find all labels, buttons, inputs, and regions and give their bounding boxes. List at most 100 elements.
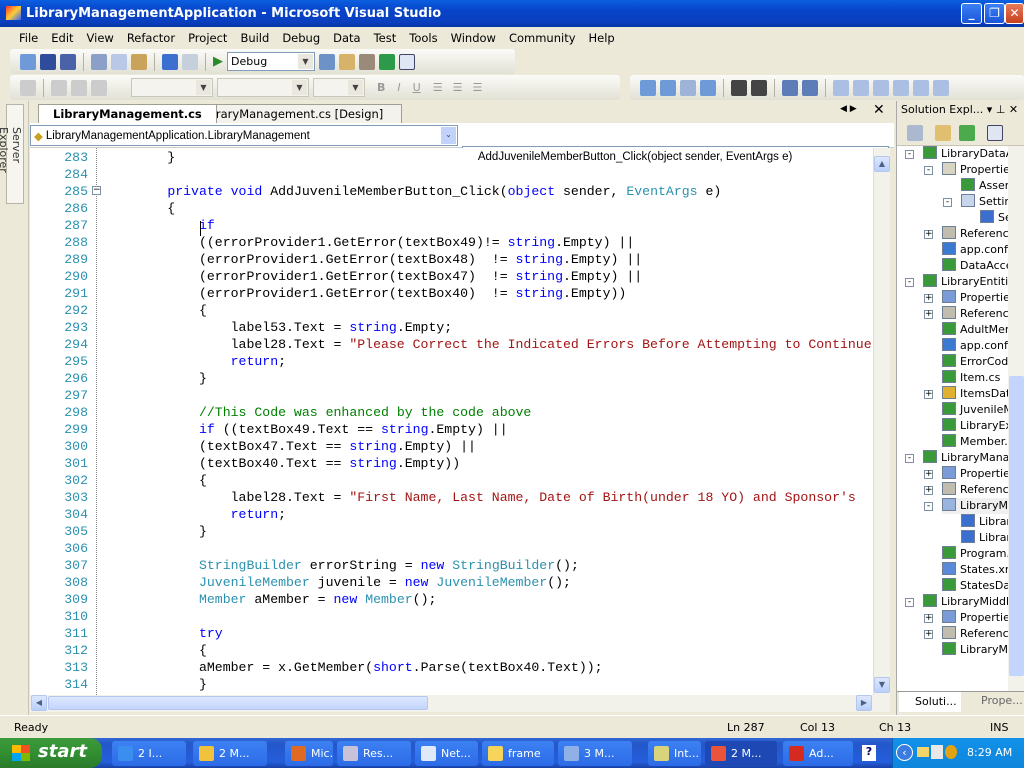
tree-item[interactable]: + Properties [924, 610, 1008, 626]
expand-icon[interactable]: + [924, 486, 933, 495]
uncomment-icon[interactable] [802, 79, 818, 96]
minimize-button[interactable]: _ [961, 3, 982, 24]
mail-icon[interactable] [917, 747, 929, 757]
make-same-size-icon[interactable] [660, 79, 676, 96]
comment-icon[interactable] [782, 79, 798, 96]
tree-scroll-thumb[interactable] [1009, 376, 1024, 676]
tree-item[interactable]: - LibraryMiddleTier [905, 594, 1008, 610]
toolbox-icon[interactable] [359, 53, 375, 70]
save-all-icon[interactable] [60, 53, 76, 70]
expand-icon[interactable]: + [924, 390, 933, 399]
tree-item[interactable]: Settings.Designer.cs [980, 210, 1008, 226]
tree-item[interactable]: + Properties [924, 290, 1008, 306]
tree-item[interactable]: LibraryException.cs [942, 418, 1008, 434]
start-debugging-icon[interactable]: ▶ [213, 54, 223, 69]
tree-item[interactable]: ErrorCode.cs [942, 354, 1008, 370]
taskbar-item-folder[interactable]: frame [482, 741, 554, 766]
undo-icon[interactable] [162, 53, 178, 70]
tab-properties[interactable]: Prope... [965, 694, 1023, 707]
collapse-icon[interactable]: - [905, 150, 914, 159]
menu-data[interactable]: Data [326, 31, 366, 45]
expand-icon[interactable]: + [924, 630, 933, 639]
tree-item[interactable]: + References [924, 482, 1008, 498]
cut-icon[interactable] [91, 53, 107, 70]
next-bookmark-folder-icon[interactable] [913, 79, 929, 96]
tree-item[interactable]: AdultMember.cs [942, 322, 1008, 338]
show-all-files-icon[interactable] [935, 125, 951, 141]
menu-edit[interactable]: Edit [44, 31, 79, 45]
pin-icon[interactable]: ⊥ [996, 103, 1006, 116]
tree-item[interactable]: StatesDal.cs [942, 578, 1008, 594]
types-dropdown[interactable]: ◆ LibraryManagementApplication.LibraryMa… [30, 125, 458, 146]
properties-window-icon[interactable] [339, 53, 355, 70]
expand-icon[interactable]: + [924, 614, 933, 623]
redo-icon[interactable] [182, 53, 198, 70]
code-editor[interactable]: 283 284 285 286 287 288 289 290 291 292 293 294 295 2… [30, 148, 873, 695]
scroll-up-button[interactable]: ▲ [874, 156, 890, 172]
menu-window[interactable]: Window [444, 31, 502, 45]
collapse-icon[interactable]: - [943, 198, 952, 207]
tree-item[interactable]: States.xml [942, 562, 1008, 578]
dropdown-icon[interactable]: ▾ [987, 103, 993, 116]
update-icon[interactable] [945, 745, 957, 759]
tree-item[interactable]: - Settings.settings [943, 194, 1008, 210]
close-document-icon[interactable]: ✕ [873, 102, 885, 118]
tree-item[interactable]: - Properties [924, 162, 1008, 178]
save-icon[interactable] [40, 53, 56, 70]
taskbar-item-app[interactable]: Int... [648, 741, 701, 766]
scroll-left-button[interactable]: ◀ [31, 695, 47, 711]
scroll-down-button[interactable]: ▼ [874, 677, 890, 693]
tree-item[interactable]: AssemblyInfo.cs [961, 178, 1008, 194]
refresh-icon[interactable] [959, 125, 975, 141]
prev-bookmark-folder-icon[interactable] [893, 79, 909, 96]
properties-icon[interactable] [907, 125, 923, 141]
tree-item[interactable]: + References [924, 226, 1008, 242]
tab-librarymanagement-cs[interactable]: LibraryManagement.cs [38, 104, 217, 123]
taskbar-item-word[interactable]: Net... [415, 741, 478, 766]
tree-item[interactable]: app.config [942, 338, 1008, 354]
collapse-icon[interactable]: - [924, 166, 933, 175]
expand-icon[interactable]: + [924, 310, 933, 319]
collapse-icon[interactable]: - [905, 598, 914, 607]
collapse-icon[interactable]: - [905, 454, 914, 463]
tree-item[interactable]: - LibraryDataAccess [905, 146, 1008, 162]
scroll-right-button[interactable]: ▶ [856, 695, 872, 711]
tree-item[interactable]: + References [924, 306, 1008, 322]
tree-item[interactable]: Program.cs [942, 546, 1008, 562]
expand-icon[interactable]: + [924, 470, 933, 479]
menu-test[interactable]: Test [367, 31, 403, 45]
tree-item[interactable]: app.config [942, 242, 1008, 258]
maximize-button[interactable]: ❐ [984, 3, 1005, 24]
taskbar-item-app[interactable]: Mic... [285, 741, 333, 766]
tree-item[interactable]: LibraryManagement.resx [961, 530, 1008, 546]
network-icon[interactable] [931, 745, 943, 759]
tab-list-icon[interactable]: ◀ ▶ [840, 104, 857, 114]
taskbar-item-visual-studio[interactable]: 2 M... [705, 741, 777, 766]
menu-help[interactable]: Help [582, 31, 621, 45]
tree-item[interactable]: - LibraryManagementApplication [905, 450, 1008, 466]
command-window-icon[interactable] [399, 53, 415, 70]
object-browser-icon[interactable] [379, 53, 395, 70]
tree-item[interactable]: LibraryMiddleTier.cs [942, 642, 1008, 658]
close-panel-icon[interactable]: ✕ [1009, 103, 1018, 116]
menu-refactor[interactable]: Refactor [120, 31, 181, 45]
copy-icon[interactable] [111, 53, 127, 70]
solution-configuration-select[interactable]: Debug ▼ [227, 52, 315, 71]
tree-item[interactable]: DataAccess.cs [942, 258, 1008, 274]
taskbar-item-acrobat[interactable]: Ad... [783, 741, 853, 766]
clear-bookmarks-icon[interactable] [933, 79, 949, 96]
menu-community[interactable]: Community [502, 31, 582, 45]
help-icon[interactable]: ? [862, 745, 876, 761]
taskbar-item-app[interactable]: 3 M... [558, 741, 632, 766]
find-icon[interactable] [319, 53, 335, 70]
expand-icon[interactable]: + [924, 230, 933, 239]
taskbar-item-outlook[interactable]: 2 M... [193, 741, 267, 766]
prev-bookmark-icon[interactable] [853, 79, 869, 96]
close-button[interactable]: ✕ [1005, 3, 1024, 24]
paste-icon[interactable] [131, 53, 147, 70]
tree-item[interactable]: LibraryManagement.Designer.cs [961, 514, 1008, 530]
start-button[interactable]: start [0, 738, 102, 768]
tree-item[interactable]: + References [924, 626, 1008, 642]
tree-item[interactable]: - LibraryManagement.cs [924, 498, 1008, 514]
tab-solution-explorer[interactable]: Soluti... [899, 692, 961, 712]
